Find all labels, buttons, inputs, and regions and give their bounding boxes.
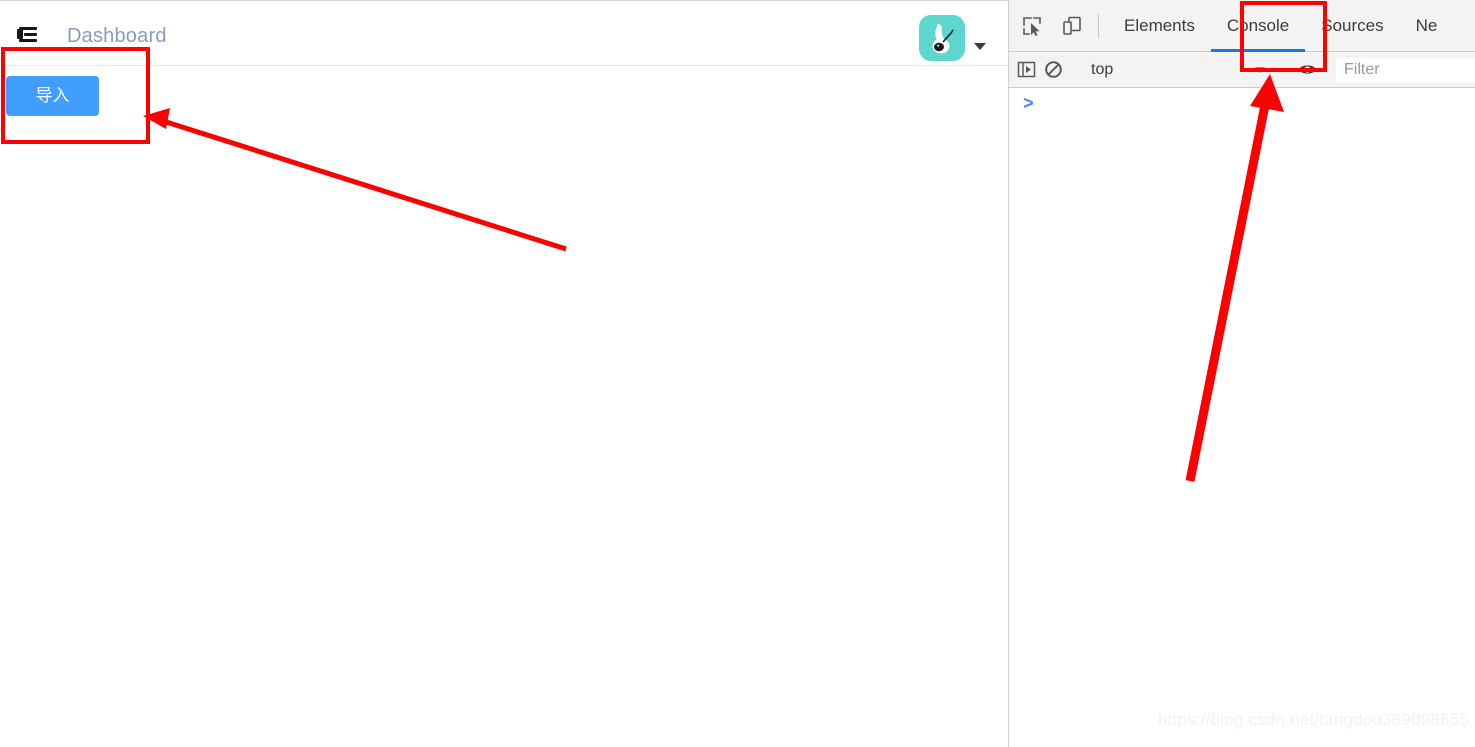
tab-sources[interactable]: Sources — [1305, 0, 1399, 52]
inspect-element-icon[interactable] — [1015, 9, 1049, 43]
console-input-line[interactable]: > — [1009, 89, 1475, 119]
watermark-text: https://blog.csdn.net/tangdou369098655 — [1157, 710, 1469, 729]
chevron-down-icon — [1255, 66, 1265, 73]
console-message-area[interactable]: > — [1009, 89, 1475, 747]
tab-network[interactable]: Ne — [1400, 0, 1454, 52]
user-avatar-icon[interactable] — [919, 15, 965, 61]
tab-console[interactable]: Console — [1210, 0, 1306, 52]
page-title: Dashboard — [67, 25, 167, 47]
devtools-tabbar: Elements Console Sources Ne — [1009, 0, 1475, 52]
page-content-area: 导入 — [0, 67, 1008, 747]
console-prompt-chevron-icon: > — [1023, 95, 1034, 115]
device-toolbar-icon[interactable] — [1055, 9, 1089, 43]
clear-console-icon[interactable] — [1044, 57, 1063, 83]
console-context-value: top — [1091, 60, 1114, 78]
menu-collapse-icon[interactable] — [15, 22, 41, 48]
app-header: Dashboard — [0, 2, 1008, 66]
console-context-select[interactable]: top — [1081, 57, 1271, 83]
screenshot-root: Dashboard 导入 Elements Console Sources Ne… — [0, 0, 1475, 747]
import-button[interactable]: 导入 — [6, 76, 99, 116]
chevron-down-icon[interactable] — [974, 42, 986, 50]
console-sidebar-icon[interactable] — [1017, 57, 1036, 83]
devtools-panel: Elements Console Sources Ne top Filter >… — [1008, 0, 1475, 747]
console-filter-input[interactable] — [1336, 57, 1475, 82]
toolbar-divider — [1098, 13, 1099, 38]
web-page-pane: Dashboard 导入 — [0, 0, 1008, 747]
live-expression-eye-icon[interactable] — [1297, 57, 1318, 83]
console-filter-bar: top — [1009, 52, 1475, 88]
avatar-area[interactable] — [919, 15, 986, 61]
tab-elements[interactable]: Elements — [1108, 0, 1211, 52]
